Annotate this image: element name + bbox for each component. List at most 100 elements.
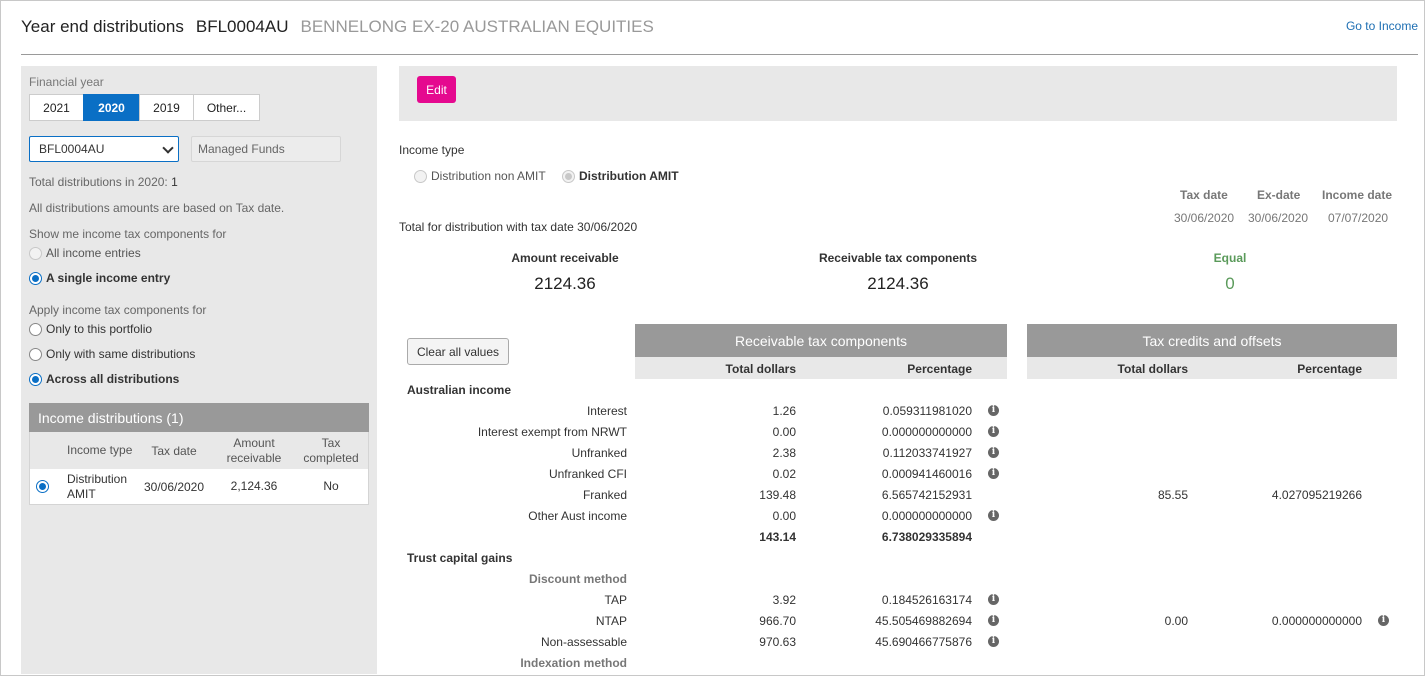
row-label: Unfranked CFI	[548, 467, 627, 481]
chevron-down-icon	[162, 142, 174, 154]
radio-only-same-distributions[interactable]: Only with same distributions	[29, 347, 195, 361]
row-credit-percentage[interactable]: 0.000000000000	[1272, 614, 1362, 628]
info-icon[interactable]: i	[988, 636, 999, 647]
row-total[interactable]: 970.63	[759, 635, 796, 649]
radio-only-this-portfolio[interactable]: Only to this portfolio	[29, 322, 152, 336]
cell-income-type: Distribution AMIT	[67, 471, 128, 501]
row-percentage[interactable]: 0.059311981020	[883, 404, 972, 418]
radio-distribution-amit[interactable]: Distribution AMIT	[562, 169, 679, 183]
row-label: TAP	[604, 593, 627, 607]
row-percentage[interactable]: 45.690466775876	[875, 635, 972, 649]
row-label: Interest exempt from NRWT	[477, 425, 627, 439]
apply-components-label: Apply income tax components for	[29, 303, 207, 317]
year-2019-button[interactable]: 2019	[139, 94, 194, 121]
radio-across-all-distributions[interactable]: Across all distributions	[29, 372, 179, 386]
show-components-label: Show me income tax components for	[29, 227, 227, 241]
income-distributions-table: Income distributions (1) Income type Tax…	[29, 403, 369, 505]
clear-all-values-button[interactable]: Clear all values	[407, 338, 509, 365]
row-percentage[interactable]: 45.505469882694	[875, 614, 972, 628]
cell-tax-date: 30/06/2020	[143, 479, 205, 494]
row-percentage[interactable]: 0.112033741927	[883, 446, 972, 460]
ex-date-value: 30/06/2020	[1248, 211, 1309, 225]
row-total[interactable]: 0.02	[773, 467, 796, 481]
row-label: Franked	[582, 488, 627, 502]
tax-date-note: All distributions amounts are based on T…	[29, 201, 285, 215]
col-amount-receivable: Amount receivable	[226, 435, 282, 465]
total-heading: Total for distribution with tax date 30/…	[399, 220, 638, 234]
row-percentage[interactable]: 6.565742152931	[882, 488, 972, 502]
fund-type-field: Managed Funds	[191, 136, 341, 162]
row-total[interactable]: 966.70	[759, 614, 796, 628]
credits-columns: Total dollars Percentage	[1027, 357, 1397, 379]
row-credit-percentage[interactable]: 4.027095219266	[1272, 488, 1362, 502]
edit-button[interactable]: Edit	[417, 76, 456, 103]
radio-button[interactable]	[29, 322, 42, 336]
radio-button[interactable]	[562, 169, 575, 183]
security-select[interactable]: BFL0004AU	[29, 136, 179, 162]
year-other-button[interactable]: Other...	[193, 94, 260, 121]
row-credit-total[interactable]: 0.00	[1165, 614, 1188, 628]
receivable-tax-components-header: Receivable tax components	[635, 324, 1007, 357]
financial-year-label: Financial year	[29, 75, 104, 89]
ex-date-header: Ex-date	[1257, 188, 1301, 202]
col-total-dollars: Total dollars	[725, 362, 796, 376]
tax-credits-header: Tax credits and offsets	[1027, 324, 1397, 357]
year-2020-button[interactable]: 2020	[83, 94, 140, 121]
radio-distribution-non-amit[interactable]: Distribution non AMIT	[414, 169, 546, 183]
info-icon[interactable]: i	[988, 447, 999, 458]
discount-method-label: Discount method	[529, 572, 627, 586]
radio-button[interactable]	[414, 169, 427, 183]
section-trust-capital-gains: Trust capital gains	[407, 551, 513, 565]
info-icon[interactable]: i	[1378, 615, 1389, 626]
tax-date-value: 30/06/2020	[1174, 211, 1235, 225]
info-icon[interactable]: i	[988, 426, 999, 437]
table-row[interactable]: Distribution AMIT 30/06/2020 2,124.36 No	[29, 469, 369, 505]
toolbar: Edit	[399, 66, 1397, 121]
info-icon[interactable]: i	[988, 510, 999, 521]
receivable-tax-label: Receivable tax components	[818, 251, 978, 265]
info-icon[interactable]: i	[988, 594, 999, 605]
row-select-radio[interactable]	[36, 480, 49, 493]
equal-value: 0	[1225, 274, 1235, 293]
row-total[interactable]: 1.26	[773, 404, 796, 418]
total-distributions: Total distributions in 2020: 1	[29, 175, 178, 189]
row-total[interactable]: 139.48	[759, 488, 796, 502]
subtotal-total: 143.14	[759, 530, 796, 544]
go-to-income-link[interactable]: Go to Income	[1346, 19, 1418, 33]
row-total[interactable]: 2.38	[773, 446, 796, 460]
radio-all-income-entries[interactable]: All income entries	[29, 246, 141, 260]
amount-receivable-label: Amount receivable	[511, 251, 619, 265]
row-credit-total[interactable]: 85.55	[1158, 488, 1188, 502]
cell-tax-completed: No	[323, 479, 339, 493]
header-divider	[21, 54, 1418, 55]
info-icon[interactable]: i	[988, 615, 999, 626]
radio-label: Only to this portfolio	[46, 322, 153, 336]
col-tax-completed: Tax completed	[303, 435, 359, 465]
radio-label: Only with same distributions	[46, 347, 196, 361]
col-total-dollars: Total dollars	[1117, 362, 1188, 376]
table-header: Income type Tax date Amount receivable T…	[29, 432, 369, 469]
section-australian-income: Australian income	[407, 383, 512, 397]
equal-label: Equal	[1213, 251, 1247, 265]
info-icon[interactable]: i	[988, 405, 999, 416]
radio-button[interactable]	[29, 246, 42, 260]
row-total[interactable]: 0.00	[773, 425, 796, 439]
year-2021-button[interactable]: 2021	[29, 94, 84, 121]
indexation-method-label: Indexation method	[520, 656, 627, 670]
row-percentage[interactable]: 0.000000000000	[882, 509, 972, 523]
radio-single-income-entry[interactable]: A single income entry	[29, 271, 170, 285]
row-label: Unfranked	[571, 446, 627, 460]
row-total[interactable]: 0.00	[773, 509, 796, 523]
row-total[interactable]: 3.92	[773, 593, 796, 607]
info-icon[interactable]: i	[988, 468, 999, 479]
row-percentage[interactable]: 0.184526163174	[882, 593, 972, 607]
row-percentage[interactable]: 0.000941460016	[882, 467, 972, 481]
row-label: Non-assessable	[540, 635, 627, 649]
radio-button[interactable]	[29, 372, 42, 386]
radio-button[interactable]	[29, 347, 42, 361]
radio-button[interactable]	[29, 271, 42, 285]
receivable-columns: Total dollars Percentage	[635, 357, 1007, 379]
page-header: Year end distributions BFL0004AU BENNELO…	[21, 17, 654, 39]
row-label: Other Aust income	[528, 509, 627, 523]
row-percentage[interactable]: 0.000000000000	[882, 425, 972, 439]
